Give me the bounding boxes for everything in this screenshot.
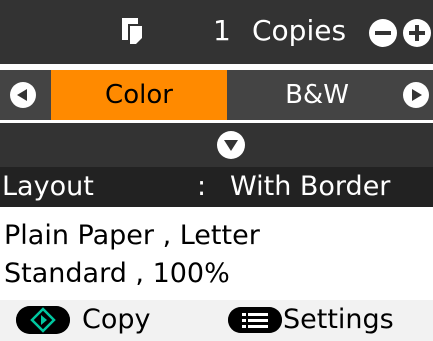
copies-count: 1 [213, 14, 231, 47]
layout-setting-row[interactable]: Layout : With Border [0, 167, 433, 207]
printer-copy-screen: 1 Copies Color B&W Layout : With Border … [0, 0, 433, 341]
quality-setting-text: Standard , 100% [4, 258, 230, 289]
layout-label: Layout [2, 171, 94, 202]
copy-label: Copy [82, 304, 151, 335]
right-arrow-icon[interactable] [403, 82, 429, 108]
layout-value: With Border [230, 171, 391, 202]
menu-icon[interactable] [228, 307, 282, 333]
color-option[interactable]: Color [51, 70, 227, 120]
decrease-copies-button[interactable] [369, 19, 397, 47]
down-arrow-icon[interactable] [217, 131, 245, 159]
color-mode-selector: Color B&W [0, 70, 433, 120]
copies-row: 1 Copies [0, 0, 433, 64]
start-icon[interactable] [16, 306, 70, 334]
scroll-down-row [0, 123, 433, 167]
left-arrow-icon[interactable] [10, 82, 36, 108]
bw-option[interactable]: B&W [227, 70, 407, 120]
copies-label: Copies [252, 14, 347, 47]
layout-separator: : [197, 171, 207, 202]
settings-label: Settings [283, 304, 394, 335]
increase-copies-button[interactable] [403, 19, 431, 47]
paper-setting-text: Plain Paper , Letter [4, 220, 260, 251]
copies-icon [122, 18, 144, 46]
footer-bar: Copy Settings [0, 300, 433, 341]
